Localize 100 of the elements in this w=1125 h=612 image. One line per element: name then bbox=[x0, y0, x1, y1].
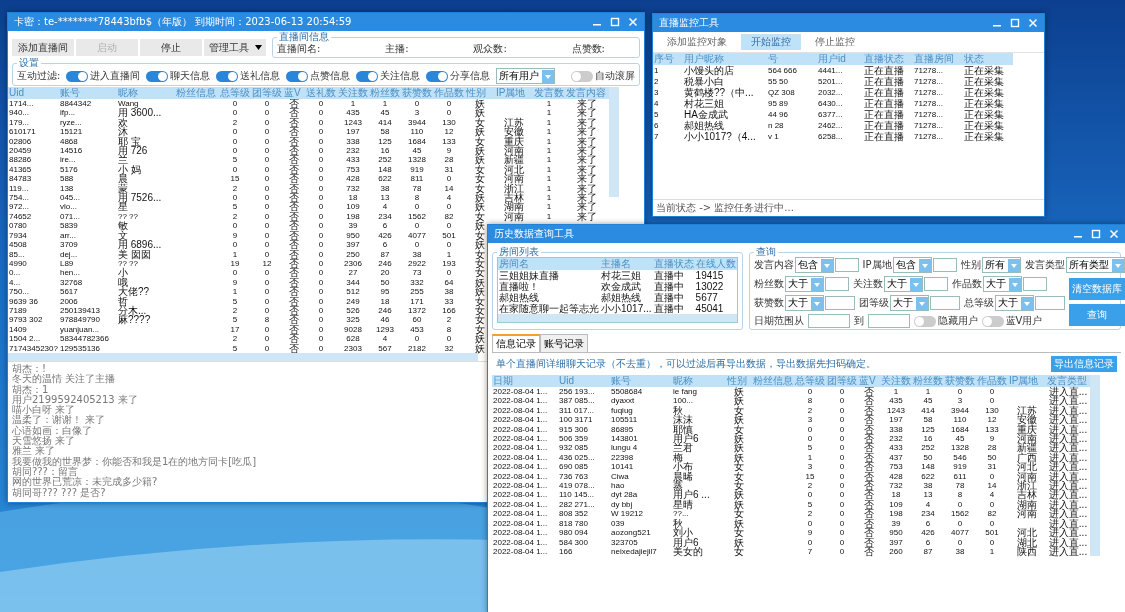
toggle-switch[interactable] bbox=[913, 315, 936, 327]
maximize-icon[interactable] bbox=[1010, 18, 1020, 28]
user-filter-select[interactable]: 所有用户 bbox=[496, 68, 556, 84]
column-header[interactable]: Uid bbox=[8, 87, 59, 99]
column-header[interactable]: 直播状态 bbox=[652, 258, 695, 270]
column-header[interactable]: 性别 bbox=[464, 87, 495, 99]
table-cell: 246 bbox=[378, 258, 392, 269]
toolbar-button[interactable]: 停止 bbox=[140, 39, 202, 56]
toolbar-tab[interactable]: 停止监控 bbox=[805, 34, 865, 50]
close-icon[interactable] bbox=[628, 17, 638, 27]
column-header[interactable]: 账号 bbox=[610, 375, 672, 387]
input-field[interactable] bbox=[1034, 296, 1065, 310]
operator-select[interactable]: 大于 bbox=[784, 276, 824, 292]
toolbar-tab[interactable]: 开始监控 bbox=[741, 34, 801, 50]
operator-select[interactable]: 包含 bbox=[892, 257, 932, 273]
column-header[interactable]: 粉丝信息 bbox=[174, 87, 219, 99]
scrollbar[interactable] bbox=[608, 87, 619, 197]
column-header[interactable]: 总等级 bbox=[794, 375, 826, 387]
input-field[interactable] bbox=[824, 277, 849, 291]
column-header[interactable]: 账号 bbox=[58, 87, 117, 99]
column-header[interactable]: 团等级 bbox=[826, 375, 858, 387]
column-header[interactable]: 关注数 bbox=[880, 375, 912, 387]
column-header[interactable]: 团等级 bbox=[250, 87, 283, 99]
column-header[interactable]: 在线人数 bbox=[694, 258, 737, 270]
column-header[interactable]: 房间名 bbox=[498, 258, 600, 270]
filter-select[interactable]: 所有类型 bbox=[1065, 257, 1125, 273]
column-header[interactable]: 作品数 bbox=[976, 375, 1008, 387]
toggle-switch[interactable] bbox=[981, 315, 1004, 327]
column-header[interactable]: 直播房间 bbox=[913, 53, 963, 65]
scrollbar[interactable] bbox=[498, 314, 737, 322]
input-field[interactable] bbox=[1022, 277, 1047, 291]
action-button[interactable]: 清空数据库 bbox=[1068, 278, 1125, 300]
column-header[interactable]: Uid bbox=[558, 375, 610, 387]
action-button[interactable]: 查询 bbox=[1068, 304, 1125, 326]
input-field[interactable] bbox=[932, 258, 957, 272]
column-header[interactable]: 粉丝信息 bbox=[752, 375, 794, 387]
input-field[interactable] bbox=[923, 277, 948, 291]
column-header[interactable]: 性别 bbox=[726, 375, 752, 387]
column-header[interactable]: 粉丝数 bbox=[912, 375, 944, 387]
maximize-icon[interactable] bbox=[1091, 229, 1101, 239]
input-field[interactable] bbox=[929, 296, 960, 310]
input-field[interactable] bbox=[824, 296, 855, 310]
toggle-switch[interactable] bbox=[66, 70, 89, 82]
column-header[interactable]: IP属地 bbox=[1008, 375, 1046, 387]
column-header[interactable]: 发言内容 bbox=[564, 87, 609, 99]
column-header[interactable]: 粉丝数 bbox=[368, 87, 401, 99]
column-header[interactable]: 关注数 bbox=[336, 87, 369, 99]
input-field[interactable] bbox=[834, 258, 859, 272]
column-header[interactable]: 蓝V bbox=[858, 375, 880, 387]
filter-select[interactable]: 所有 bbox=[981, 257, 1021, 273]
date-field[interactable] bbox=[867, 314, 910, 328]
column-header[interactable]: 获赞数 bbox=[944, 375, 976, 387]
column-header[interactable]: 日期 bbox=[492, 375, 558, 387]
toolbar-tab[interactable]: 添加监控对象 bbox=[657, 34, 737, 50]
toggle-switch[interactable] bbox=[426, 70, 449, 82]
toggle-switch[interactable] bbox=[356, 70, 379, 82]
maximize-icon[interactable] bbox=[610, 17, 620, 27]
column-header[interactable]: 序号 bbox=[653, 53, 683, 65]
column-header[interactable]: 总等级 bbox=[218, 87, 251, 99]
column-header[interactable]: 作品数 bbox=[432, 87, 465, 99]
column-header[interactable]: 号 bbox=[767, 53, 817, 65]
scrollbar[interactable] bbox=[8, 352, 478, 361]
operator-select[interactable]: 大于 bbox=[784, 295, 824, 311]
scrollbar[interactable] bbox=[1090, 375, 1100, 557]
tab[interactable]: 账号记录 bbox=[540, 334, 588, 352]
export-button[interactable]: 导出信息记录 bbox=[1051, 356, 1117, 372]
close-icon[interactable] bbox=[1028, 18, 1038, 28]
toggle-switch[interactable] bbox=[146, 70, 169, 82]
operator-select[interactable]: 大于 bbox=[994, 295, 1034, 311]
toggle-switch[interactable] bbox=[216, 70, 239, 82]
column-header[interactable]: 状态 bbox=[963, 53, 1013, 65]
column-header[interactable]: 用户id bbox=[817, 53, 863, 65]
column-header[interactable]: IP属地 bbox=[494, 87, 533, 99]
column-header[interactable]: 发言数 bbox=[532, 87, 565, 99]
tab[interactable]: 信息记录 bbox=[492, 334, 540, 352]
column-header[interactable]: 直播状态 bbox=[863, 53, 913, 65]
column-header[interactable]: 主播名 bbox=[600, 258, 653, 270]
column-header[interactable]: 昵称 bbox=[116, 87, 175, 99]
column-header[interactable]: 用户昵称 bbox=[683, 53, 767, 65]
toggle-switch[interactable] bbox=[286, 70, 309, 82]
table-cell: 正在采集 bbox=[964, 109, 1004, 120]
table-cell: 妖 bbox=[474, 146, 485, 156]
dropdown-button[interactable]: 管理工具 bbox=[204, 39, 266, 56]
operator-select[interactable]: 包含 bbox=[794, 257, 834, 273]
column-header[interactable]: 昵称 bbox=[672, 375, 726, 387]
table-cell: 村花三姐 bbox=[601, 270, 641, 281]
column-header[interactable]: 送礼数 bbox=[304, 87, 337, 99]
toggle-switch[interactable] bbox=[571, 70, 593, 82]
operator-select[interactable]: 大于 bbox=[889, 295, 929, 311]
table-cell: 2022-08-04 1... bbox=[493, 462, 548, 472]
operator-select[interactable]: 大于 bbox=[982, 276, 1022, 292]
column-header[interactable]: 发言类型 bbox=[1046, 375, 1090, 387]
table-cell: 0 bbox=[264, 249, 270, 259]
table-cell: 否 bbox=[288, 258, 299, 269]
close-icon[interactable] bbox=[1109, 229, 1119, 239]
column-header[interactable]: 蓝V bbox=[282, 87, 305, 99]
toolbar-button[interactable]: 添加直播间 bbox=[12, 39, 74, 56]
operator-select[interactable]: 大于 bbox=[883, 276, 923, 292]
column-header[interactable]: 获赞数 bbox=[400, 87, 433, 99]
date-field[interactable] bbox=[807, 314, 850, 328]
